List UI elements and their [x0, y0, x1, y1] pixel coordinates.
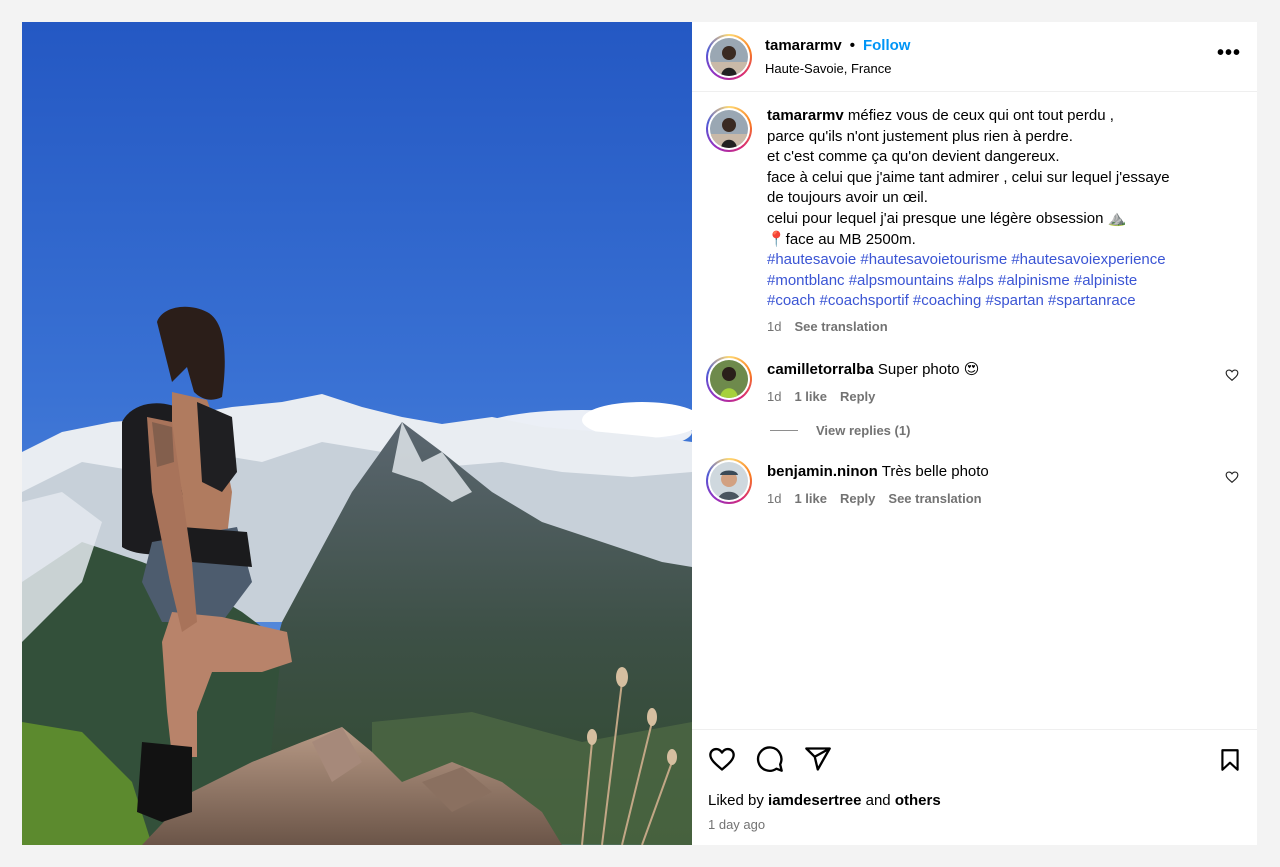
comment-text: Très belle photo	[881, 462, 989, 480]
caption-line: 📍face au MB 2500m.	[767, 230, 916, 248]
caption-line: parce qu'ils n'ont justement plus rien à…	[767, 127, 1073, 145]
caption-line: et c'est comme ça qu'on devient dangereu…	[767, 148, 1060, 166]
hashtag-link[interactable]: #hautesavoie #hautesavoietourisme #haute…	[767, 250, 1227, 271]
likes-summary: Liked by iamdesertree and others	[708, 792, 1241, 809]
comment-likes[interactable]: 1 like	[794, 491, 827, 506]
caption-username[interactable]: tamararmv	[767, 107, 844, 124]
comment-time[interactable]: 1d	[767, 491, 781, 506]
comment-like-heart-icon[interactable]	[1225, 368, 1239, 382]
separator-dot: •	[849, 37, 855, 54]
comment-text: Super photo 😍	[877, 360, 980, 378]
comment-bubble-icon[interactable]	[756, 745, 784, 773]
more-options-icon[interactable]: •••	[1217, 42, 1241, 65]
heart-icon[interactable]	[708, 745, 736, 773]
hashtag-link[interactable]: #montblanc #alpsmountains #alps #alpinis…	[767, 271, 1227, 292]
see-translation-button[interactable]: See translation	[888, 491, 981, 506]
comment-meta: 1d 1 like Reply	[767, 389, 979, 404]
commenter-username[interactable]: benjamin.ninon	[767, 463, 878, 480]
comment-time[interactable]: 1d	[767, 389, 781, 404]
caption-meta: 1d See translation	[767, 319, 1227, 334]
liked-by-others[interactable]: others	[895, 792, 941, 809]
comment-item: benjamin.ninon Très belle photo 1d 1 lik…	[706, 457, 1241, 506]
caption: tamararmv méfiez vous de ceux qui ont to…	[706, 106, 1241, 334]
avatar[interactable]	[706, 33, 752, 80]
liked-by-prefix: Liked by	[708, 792, 764, 809]
action-bar	[708, 744, 1241, 774]
post-photo[interactable]	[22, 22, 692, 845]
comment-item: camilletorralba Super photo 😍 1d 1 like …	[706, 355, 1241, 404]
bookmark-icon[interactable]	[1217, 746, 1243, 774]
post-header: tamararmv • Follow Haute-Savoie, France …	[692, 22, 1257, 92]
author-username[interactable]: tamararmv	[765, 37, 842, 54]
comments-list[interactable]: tamararmv méfiez vous de ceux qui ont to…	[692, 92, 1257, 729]
view-replies-button[interactable]: View replies (1)	[770, 423, 1241, 438]
post-panel: tamararmv • Follow Haute-Savoie, France …	[692, 22, 1257, 845]
caption-line: celui pour lequel j'ai presque une légèr…	[767, 209, 1127, 227]
avatar-image	[710, 359, 748, 398]
caption-line: de toujours avoir un œil.	[767, 189, 928, 207]
post-timestamp[interactable]: 1 day ago	[708, 817, 1241, 832]
see-translation-button[interactable]: See translation	[794, 319, 887, 334]
hashtag-link[interactable]: #coach #coachsportif #coaching #spartan …	[767, 291, 1227, 312]
commenter-avatar[interactable]	[706, 457, 752, 504]
view-replies-label: View replies (1)	[816, 422, 911, 438]
comment-meta: 1d 1 like Reply See translation	[767, 491, 989, 506]
post-location[interactable]: Haute-Savoie, France	[765, 61, 910, 76]
caption-line: méfiez vous de ceux qui ont tout perdu ,	[847, 107, 1114, 124]
caption-avatar[interactable]	[706, 106, 752, 152]
caption-time[interactable]: 1d	[767, 319, 781, 334]
avatar-image	[710, 110, 748, 148]
liked-by-and: and	[865, 792, 891, 809]
mountain-photo-image	[22, 22, 692, 845]
caption-text: tamararmv méfiez vous de ceux qui ont to…	[767, 106, 1227, 312]
reply-button[interactable]: Reply	[840, 389, 875, 404]
comment-like-heart-icon[interactable]	[1225, 470, 1239, 484]
liked-by-user[interactable]: iamdesertree	[768, 792, 861, 809]
avatar-image	[710, 461, 748, 500]
reply-button[interactable]: Reply	[840, 491, 875, 506]
follow-button[interactable]: Follow	[863, 37, 911, 54]
replies-divider-line	[770, 429, 798, 431]
avatar-image	[710, 37, 748, 76]
post-footer: Liked by iamdesertree and others 1 day a…	[692, 729, 1257, 845]
commenter-avatar[interactable]	[706, 355, 752, 402]
comment-likes[interactable]: 1 like	[794, 389, 827, 404]
paper-plane-icon[interactable]	[804, 745, 832, 773]
commenter-username[interactable]: camilletorralba	[767, 361, 874, 378]
caption-line: face à celui que j'aime tant admirer , c…	[767, 168, 1170, 186]
post-card: tamararmv • Follow Haute-Savoie, France …	[22, 22, 1257, 845]
